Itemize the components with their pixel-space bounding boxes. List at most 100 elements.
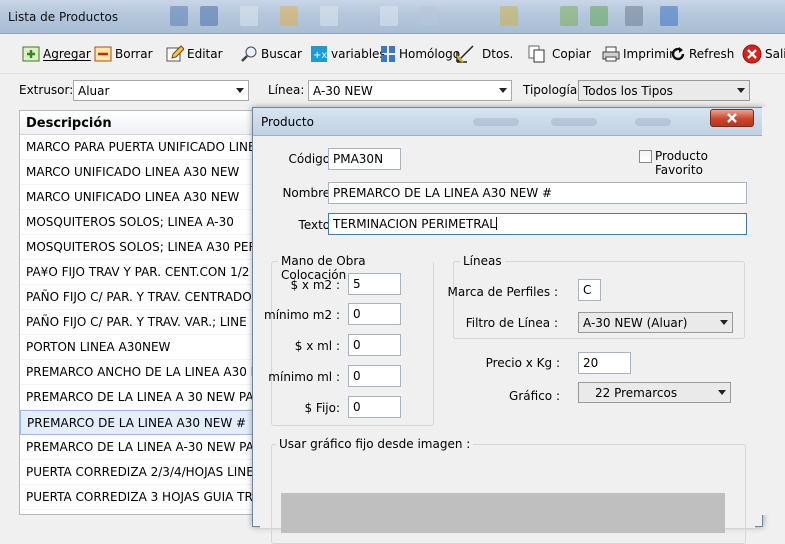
tipologia-select[interactable]: Todos los Tipos	[578, 80, 750, 101]
texto-input[interactable]: TERMINACION PERIMETRAL	[328, 213, 747, 235]
chevron-down-icon	[499, 88, 507, 93]
codigo-input[interactable]: PMA30N	[328, 148, 401, 170]
taskbar-app-icon	[280, 6, 298, 26]
add-icon	[22, 46, 40, 62]
chevron-down-icon	[718, 390, 726, 395]
list-item[interactable]: MOSQUITEROS SOLOS; LINEA A-30	[20, 210, 258, 235]
taskbar-app-icon	[380, 6, 398, 26]
borrar-label: Borrar	[115, 47, 153, 61]
printer-icon	[602, 46, 620, 62]
image-preview	[281, 493, 725, 533]
editar-button[interactable]: Editar	[166, 43, 223, 65]
list-item[interactable]: PORTON LINEA A30NEW	[20, 335, 258, 360]
filtro-linea-select[interactable]: A-30 NEW (Aluar)	[578, 312, 733, 333]
extrusor-label: Extrusor:	[19, 83, 74, 97]
agregar-button[interactable]: Agregar	[22, 43, 91, 65]
fijo-label: $ Fijo:	[304, 401, 340, 415]
list-item[interactable]: PREMARCO DE LA LINEA A 30 NEW PAR	[20, 385, 258, 410]
chevron-down-icon	[720, 320, 728, 325]
filtro-linea-value: A-30 NEW (Aluar)	[583, 316, 688, 330]
refresh-button[interactable]: Refresh	[670, 43, 734, 65]
taskbar-app-icon	[625, 6, 643, 26]
list-item[interactable]: PREMARCO DE LA LINEA A-30 NEW PA	[20, 435, 258, 460]
list-item[interactable]: PUERTA CORREDIZA 3 HOJAS GUIA TRI	[20, 485, 258, 510]
producto-favorito-checkbox[interactable]	[639, 150, 652, 163]
list-item[interactable]: PAÑO FIJO C/ PAR. Y TRAV. VAR.; LINE	[20, 310, 258, 335]
marca-perfiles-label: Marca de Perfiles :	[447, 285, 558, 299]
nombre-input[interactable]: PREMARCO DE LA LINEA A30 NEW #	[328, 182, 747, 204]
extrusor-select[interactable]: Aluar	[73, 80, 249, 101]
marca-perfiles-input[interactable]: C	[578, 279, 601, 301]
search-icon	[241, 46, 257, 62]
edit-icon	[166, 45, 184, 62]
precio-kg-input[interactable]: 20	[578, 352, 631, 374]
dtos-button[interactable]: Dtos.	[455, 43, 513, 65]
close-icon	[727, 113, 737, 123]
salir-button[interactable]: Sali	[742, 43, 785, 65]
taskbar-app-icon	[240, 6, 258, 26]
variables-icon: +x	[311, 46, 327, 62]
homologo-label: Homólogo	[399, 47, 461, 61]
taskbar-app-icon	[170, 6, 188, 26]
dialog-title: Producto	[261, 115, 314, 129]
imprimir-button[interactable]: Imprimir	[602, 43, 674, 65]
xm2-input[interactable]: 5	[348, 273, 401, 295]
refresh-label: Refresh	[689, 47, 735, 61]
grafico-select[interactable]: 22 Premarcos	[578, 382, 731, 403]
linea-select[interactable]: A-30 NEW	[308, 80, 512, 101]
taskbar-app-icon	[560, 6, 578, 26]
window-title: Lista de Productos	[8, 10, 119, 24]
filtro-linea-label: Filtro de Línea :	[465, 316, 558, 330]
list-item[interactable]: MARCO UNIFICADO LINEA A30 NEW	[20, 160, 258, 185]
variables-button[interactable]: +x variables	[310, 43, 386, 65]
dtos-label: Dtos.	[482, 47, 514, 61]
window-title-bar: Lista de Productos	[0, 0, 785, 34]
list-item[interactable]: MOSQUITEROS SOLOS; LINEA A30 PER	[20, 235, 258, 260]
list-item[interactable]: PREMARCO ANCHO DE LA LINEA A30 NEW	[20, 360, 258, 385]
fijo-input[interactable]: 0	[348, 396, 401, 418]
buscar-button[interactable]: Buscar	[240, 43, 302, 65]
list-item[interactable]: PA¥O FIJO TRAV Y PAR. CENT.CON 1/2	[20, 260, 258, 285]
min-ml-input[interactable]: 0	[348, 365, 401, 387]
homologo-button[interactable]: Homólogo	[380, 43, 460, 65]
min-m2-label: mínimo m2 :	[264, 308, 340, 322]
xml-input[interactable]: 0	[348, 334, 401, 356]
list-item[interactable]: PREMARCO DE LA LINEA A30 NEW #	[20, 410, 258, 435]
product-list[interactable]: Descripción MARCO PARA PUERTA UNIFICADO …	[19, 110, 259, 515]
column-header-descripcion[interactable]: Descripción	[20, 111, 258, 135]
chevron-down-icon	[236, 88, 244, 93]
taskbar-app-icon	[320, 6, 338, 26]
buscar-label: Buscar	[261, 47, 302, 61]
exit-icon	[742, 44, 762, 64]
taskbar-app-icon	[590, 6, 608, 26]
close-button[interactable]	[710, 109, 754, 127]
product-rows: MARCO PARA PUERTA UNIFICADO LINEA MARCO U…	[20, 135, 258, 510]
grafico-value: 22 Premarcos	[595, 386, 678, 400]
taskbar-app-icon	[200, 6, 218, 26]
borrar-button[interactable]: Borrar	[94, 43, 153, 65]
min-m2-input[interactable]: 0	[348, 303, 401, 325]
list-item[interactable]: PUERTA CORREDIZA 2/3/4/HOJAS LINEA	[20, 460, 258, 485]
taskbar-app-icon	[420, 6, 438, 26]
lineas-title: Líneas	[460, 254, 505, 268]
usar-grafico-title: Usar gráfico fijo desde imagen :	[276, 437, 474, 451]
copiar-button[interactable]: Copiar	[528, 43, 591, 65]
chevron-down-icon	[737, 88, 745, 93]
extrusor-value: Aluar	[78, 84, 110, 98]
vertical-scrollbar[interactable]	[762, 107, 785, 515]
list-item[interactable]: MARCO UNIFICADO LINEA A30 NEW	[20, 185, 258, 210]
producto-favorito-label: Producto Favorito	[655, 149, 708, 177]
list-item[interactable]: MARCO PARA PUERTA UNIFICADO LINEA	[20, 135, 258, 160]
editar-label: Editar	[187, 47, 223, 61]
taskbar-app-icon	[500, 6, 518, 26]
producto-dialog: Producto Código : PMA30N Producto Favori…	[252, 107, 763, 544]
precio-kg-label: Precio x Kg :	[485, 356, 560, 370]
grafico-label: Gráfico :	[509, 389, 560, 403]
background-glare	[473, 118, 519, 126]
salir-label: Sali	[765, 47, 785, 61]
homologo-icon	[381, 46, 395, 62]
min-ml-label: mínimo ml :	[268, 370, 340, 384]
list-item[interactable]: PAÑO FIJO C/ PAR. Y TRAV. CENTRADO	[20, 285, 258, 310]
xml-label: $ x ml :	[294, 339, 340, 353]
copiar-label: Copiar	[552, 47, 591, 61]
